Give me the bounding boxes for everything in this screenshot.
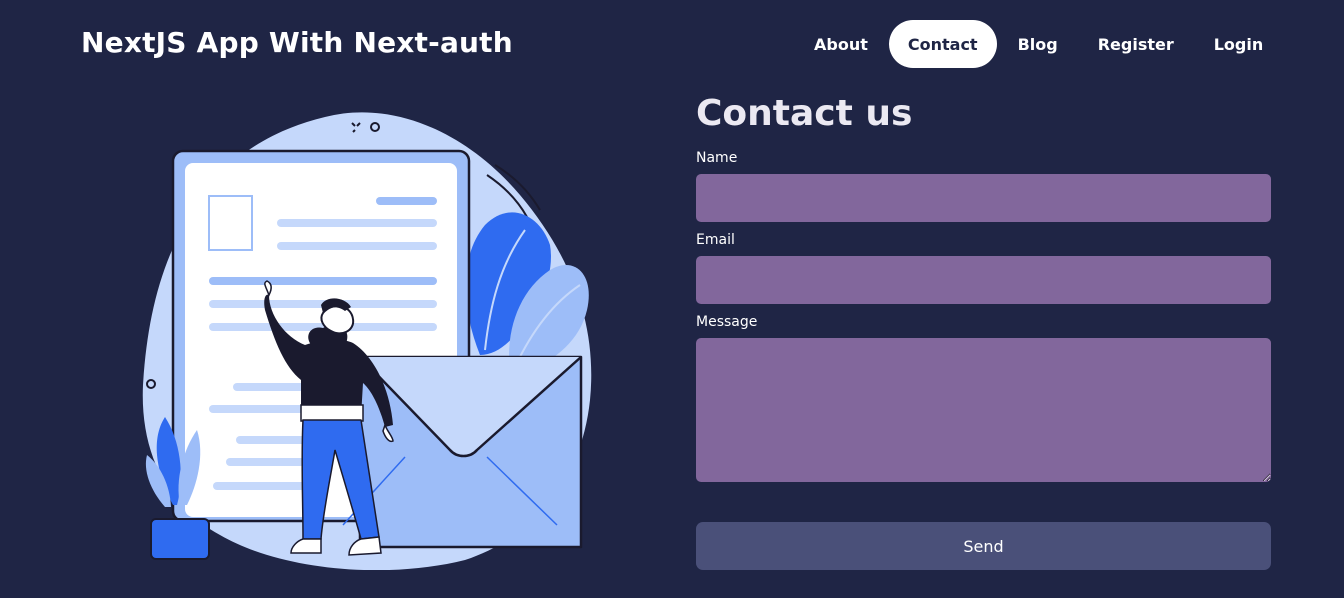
email-label: Email [696, 232, 735, 248]
nav-link-blog[interactable]: Blog [999, 20, 1077, 68]
nav-link-register[interactable]: Register [1079, 20, 1193, 68]
main-nav: About Contact Blog Register Login [795, 20, 1284, 68]
message-label: Message [696, 314, 758, 330]
nav-link-about[interactable]: About [795, 20, 887, 68]
name-label: Name [696, 150, 738, 166]
send-button[interactable]: Send [696, 522, 1271, 570]
contact-form: Contact us Name Email Message [696, 92, 1271, 482]
message-field[interactable] [696, 338, 1271, 482]
brand-title[interactable]: NextJS App With Next-auth [81, 26, 513, 59]
email-field[interactable] [696, 256, 1271, 304]
top-navbar: NextJS App With Next-auth About Contact … [0, 0, 1344, 90]
nav-link-contact[interactable]: Contact [888, 20, 997, 68]
nav-link-login[interactable]: Login [1195, 20, 1283, 68]
name-field[interactable] [696, 174, 1271, 222]
contact-illustration [142, 112, 592, 570]
page-title: Contact us [696, 93, 913, 134]
